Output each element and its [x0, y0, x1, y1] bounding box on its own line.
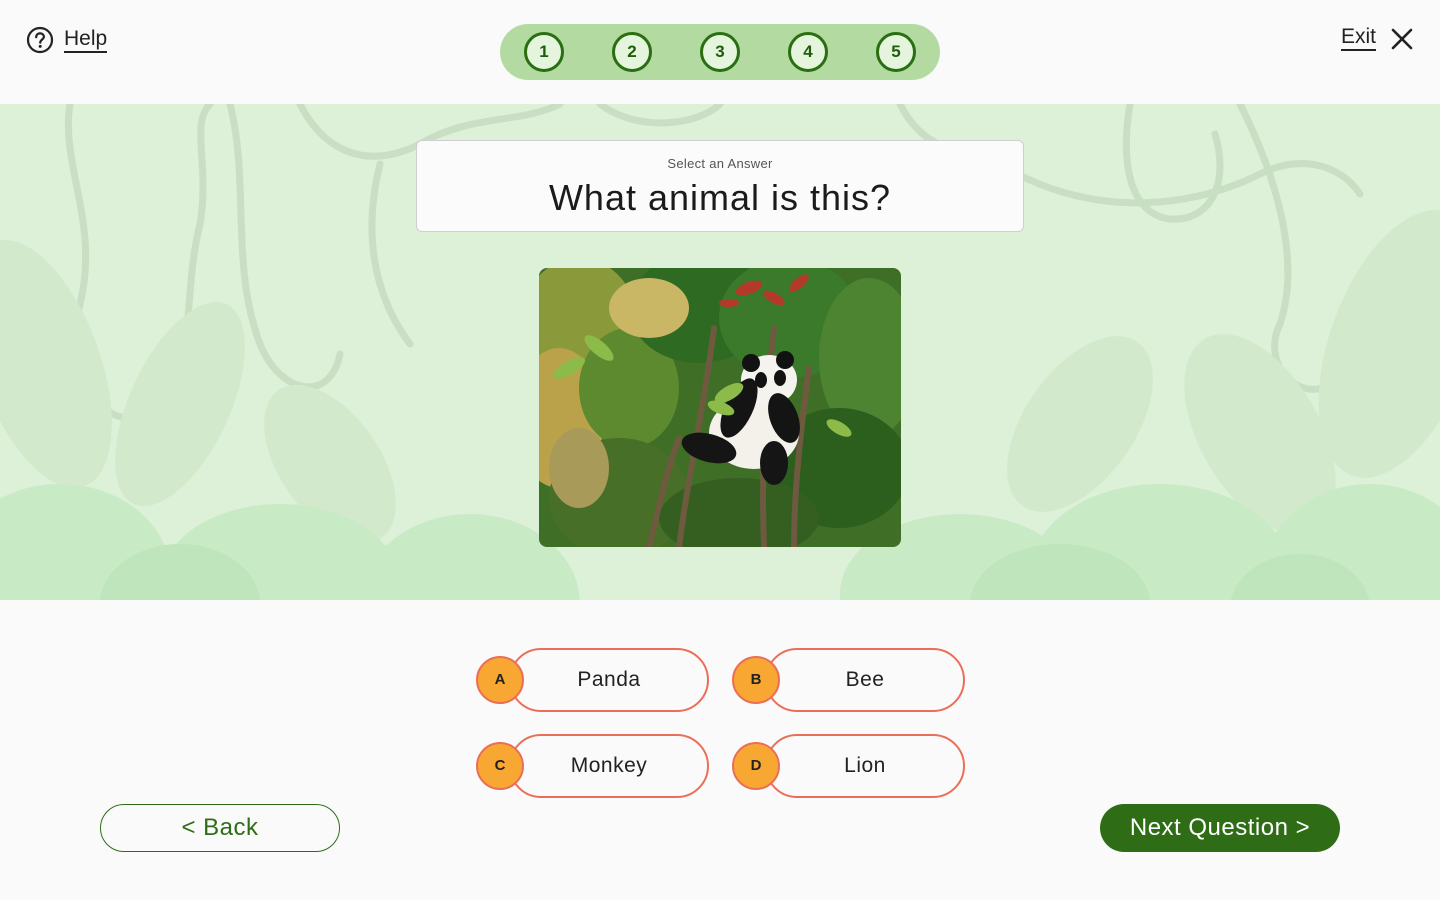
- answer-option-a[interactable]: Panda A: [476, 648, 710, 714]
- answer-label: Bee: [765, 648, 965, 712]
- back-button[interactable]: < Back: [100, 804, 340, 852]
- answer-letter-badge: C: [476, 742, 524, 790]
- step-4[interactable]: 4: [788, 32, 828, 72]
- answer-letter-badge: B: [732, 656, 780, 704]
- answer-option-d[interactable]: Lion D: [732, 734, 966, 800]
- question-text: What animal is this?: [548, 177, 892, 218]
- step-3[interactable]: 3: [700, 32, 740, 72]
- step-1[interactable]: 1: [524, 32, 564, 72]
- answer-label: Monkey: [509, 734, 709, 798]
- question-circle-icon: [26, 26, 54, 54]
- question-card: Select an Answer What animal is this?: [416, 140, 1024, 232]
- close-icon: [1391, 28, 1413, 49]
- top-bar: Help 1 2 3 4 5 Exit: [0, 0, 1440, 104]
- question-hero: Select an Answer What animal is this?: [0, 104, 1440, 600]
- answer-option-b[interactable]: Bee B: [732, 648, 966, 714]
- step-2[interactable]: 2: [612, 32, 652, 72]
- exit-label: Exit: [1340, 26, 1376, 51]
- question-progress: 1 2 3 4 5: [500, 24, 940, 80]
- answer-letter-badge: A: [476, 656, 524, 704]
- step-5[interactable]: 5: [876, 32, 916, 72]
- next-question-button[interactable]: Next Question >: [1100, 804, 1340, 852]
- question-image: [539, 268, 901, 547]
- question-instruction: Select an Answer: [667, 156, 773, 171]
- answer-label: Panda: [509, 648, 709, 712]
- exit-button[interactable]: Exit: [1340, 26, 1414, 51]
- help-button[interactable]: Help: [26, 26, 108, 54]
- panda-in-tree-image: [539, 268, 901, 547]
- help-label: Help: [64, 27, 108, 53]
- answer-letter-badge: D: [732, 742, 780, 790]
- answer-option-c[interactable]: Monkey C: [476, 734, 710, 800]
- answer-label: Lion: [765, 734, 965, 798]
